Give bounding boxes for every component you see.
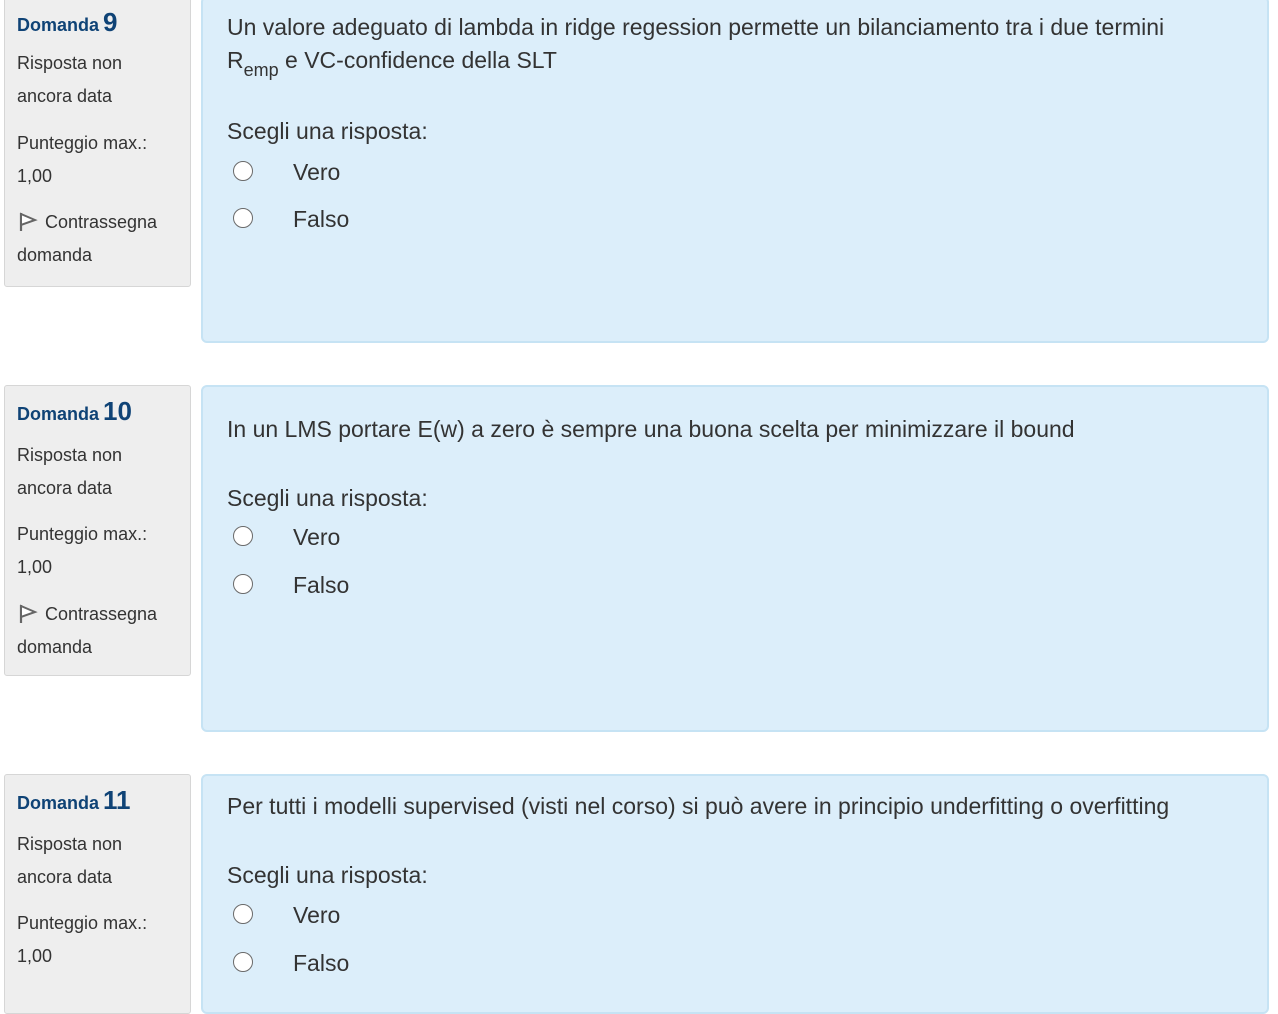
answer-option-label: Falso [293, 206, 350, 232]
question-grade: Punteggio max.: 1,00 [17, 907, 177, 973]
answer-prompt: Scegli una risposta: [227, 485, 428, 511]
question-state: Risposta non ancora data [17, 828, 177, 894]
question-grade-line2: 1,00 [17, 166, 53, 186]
question-content: In un LMS portare E(w) a zero è sempre u… [201, 385, 1269, 732]
question-state: Risposta non ancora data [17, 439, 177, 505]
question-text-r: R [227, 47, 244, 73]
question-number: Domanda 10 [17, 396, 132, 427]
question-state-line2: ancora data [17, 86, 113, 106]
question-text-part2: e VC-confidence della SLT [278, 47, 557, 73]
flag-label-line2: domanda [17, 245, 93, 265]
question-state: Risposta non ancora data [17, 47, 177, 113]
question-number-value: 9 [103, 7, 118, 37]
question-state-line1: Risposta non [17, 445, 123, 465]
question-content: Per tutti i modelli supervised (visti ne… [201, 774, 1269, 1014]
radio-icon[interactable] [233, 904, 253, 924]
question-grade-line2: 1,00 [17, 946, 53, 966]
radio-icon[interactable] [233, 161, 253, 181]
flag-icon [17, 210, 39, 231]
answer-prompt: Scegli una risposta: [227, 862, 428, 888]
question-state-line2: ancora data [17, 478, 113, 498]
answer-option-label: Falso [293, 572, 350, 598]
question-grade-line1: Punteggio max.: [17, 133, 148, 153]
question-info: Domanda 9 Risposta non ancora data Punteg… [4, 0, 191, 287]
flag-label-line1: Contrassegna [45, 604, 158, 624]
question-text: Per tutti i modelli supervised (visti ne… [227, 793, 1170, 819]
question-state-line2: ancora data [17, 867, 113, 887]
flag-question-link[interactable]: Contrassegna domanda [17, 206, 182, 272]
question-grade: Punteggio max.: 1,00 [17, 127, 177, 193]
question-grade-line2: 1,00 [17, 557, 53, 577]
question-number-value: 10 [103, 396, 132, 426]
flag-icon [17, 602, 39, 623]
answer-option-label: Vero [293, 524, 341, 550]
flag-question-link[interactable]: Contrassegna domanda [17, 598, 182, 664]
question-number: Domanda 9 [17, 7, 117, 38]
answer-option-label: Vero [293, 902, 341, 928]
question-number-value: 11 [103, 785, 131, 815]
question-state-line1: Risposta non [17, 834, 123, 854]
flag-label-line2: domanda [17, 637, 93, 657]
question-label: Domanda [17, 15, 100, 35]
question-label: Domanda [17, 404, 100, 424]
question-grade-line1: Punteggio max.: [17, 524, 148, 544]
question-content: Un valore adeguato di lambda in ridge re… [201, 0, 1269, 343]
question-info: Domanda 10 Risposta non ancora data Punte… [4, 385, 191, 676]
question-state-line1: Risposta non [17, 53, 123, 73]
answer-option-label: Falso [293, 950, 350, 976]
radio-icon[interactable] [233, 208, 253, 228]
radio-icon[interactable] [233, 952, 253, 972]
question-label: Domanda [17, 793, 100, 813]
question-grade: Punteggio max.: 1,00 [17, 518, 177, 584]
answer-option-label: Vero [293, 159, 341, 185]
answer-prompt: Scegli una risposta: [227, 118, 428, 144]
question-grade-line1: Punteggio max.: [17, 913, 148, 933]
flag-label-line1: Contrassegna [45, 212, 158, 232]
question-text: In un LMS portare E(w) a zero è sempre u… [227, 416, 1075, 442]
question-number: Domanda 11 [17, 785, 131, 816]
question-text: Un valore adeguato di lambda in ridge re… [227, 11, 1243, 80]
question-text-part1: Un valore adeguato di lambda in ridge re… [227, 14, 1165, 40]
radio-icon[interactable] [233, 574, 253, 594]
question-info: Domanda 11 Risposta non ancora data Punte… [4, 774, 191, 1014]
question-text-subscript: emp [243, 60, 279, 80]
radio-icon[interactable] [233, 526, 253, 546]
